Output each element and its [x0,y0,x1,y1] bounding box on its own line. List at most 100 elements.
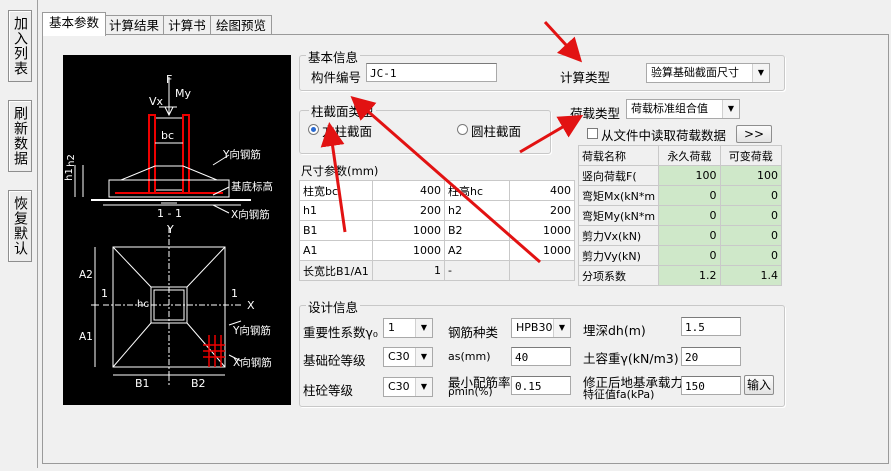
as-input[interactable]: 40 [511,347,571,366]
load-variable[interactable]: 0 [719,225,783,246]
table-row: h1 200 h2 200 [299,200,575,221]
found-concrete-label: 基础砼等级 [303,353,366,368]
importance-select[interactable]: 1 ▼ [383,318,433,338]
load-table: 荷载名称 永久荷载 可变荷载 竖向荷载F( 100 100 弯矩Mx(kN*m … [577,145,783,286]
rebar-label: 钢筋种类 [448,325,499,340]
load-variable[interactable]: 1.4 [719,265,783,286]
col-concrete-label: 柱砼等级 [303,383,354,398]
load-variable[interactable]: 100 [719,165,783,186]
drawing-label-x-rebar: X向钢筋 [231,209,270,221]
load-variable[interactable]: 0 [719,205,783,226]
drawing-label-a1: A1 [79,331,93,343]
load-header: 荷载名称 [577,145,660,166]
load-name: 竖向荷载F( [577,165,660,186]
drawing-label-section: 1 - 1 [157,207,182,220]
square-column-label: 方柱截面 [322,124,373,139]
load-permanent[interactable]: 0 [658,225,721,246]
dim-label: A2 [443,240,511,261]
load-type-select[interactable]: 荷载标准组合值 ▼ [626,99,740,119]
dim-value[interactable]: 400 [371,180,445,201]
table-row: A1 1000 A2 1000 [299,240,575,261]
calc-type-label: 计算类型 [560,70,611,85]
tab-drawing-preview[interactable]: 绘图预览 [210,15,272,35]
table-row: 荷载名称 永久荷载 可变荷载 [577,145,783,166]
bearing-input[interactable]: 150 [681,376,741,395]
read-from-file-checkbox[interactable] [587,128,598,139]
drawing-label-cut-right: 1 [231,287,238,300]
table-row: 竖向荷载F( 100 100 [577,165,783,186]
more-button[interactable]: >> [736,125,772,143]
chevron-down-icon: ▼ [722,100,739,118]
read-from-file-label: 从文件中读取荷载数据 [601,128,727,143]
drawing-label-y-rebar: Y向钢筋 [223,149,261,161]
load-permanent[interactable]: 100 [658,165,721,186]
dim-value[interactable]: 200 [371,200,445,221]
drawing-label-a2: A2 [79,269,93,281]
refresh-data-button[interactable]: 刷新数据 [8,100,32,172]
calc-type-select[interactable]: 验算基础截面尺寸 ▼ [646,63,770,83]
load-name: 剪力Vx(kN) [577,225,660,246]
chevron-down-icon: ▼ [553,319,570,337]
min-ratio-input[interactable]: 0.15 [511,376,571,395]
dim-label: h2 [443,200,511,221]
soil-weight-input[interactable]: 20 [681,347,741,366]
dim-label: 柱高hc [443,180,511,201]
round-column-radio[interactable] [457,124,468,135]
dim-value[interactable]: 400 [509,180,575,201]
tab-basic-params[interactable]: 基本参数 [42,12,106,36]
member-no-input[interactable]: JC-1 [366,63,497,82]
load-permanent[interactable]: 1.2 [658,265,721,286]
dim-value[interactable]: 1000 [509,240,575,261]
drawing-label-cut-left: 1 [101,287,108,300]
dim-value [509,260,575,281]
drawing-label-b2: B2 [191,377,206,390]
dim-label: A1 [299,240,373,261]
drawing-label-b1: B1 [135,377,150,390]
col-concrete-select[interactable]: C30 ▼ [383,377,433,397]
load-name: 弯矩Mx(kN*m [577,185,660,206]
tab-calc-report[interactable]: 计算书 [163,15,211,35]
load-permanent[interactable]: 0 [658,245,721,266]
min-ratio-label-2: ρmin(%) [448,386,493,398]
load-header: 永久荷载 [658,145,721,166]
dim-value[interactable]: 1000 [509,220,575,241]
add-to-list-button[interactable]: 加入列表 [8,10,32,82]
input-button[interactable]: 输入 [744,375,774,395]
dim-value[interactable]: 1000 [371,240,445,261]
member-no-label: 构件编号 [311,70,362,85]
load-name: 弯矩My(kN*m [577,205,660,226]
soil-weight-label: 土容重γ(kN/m3) [583,351,679,366]
dimensions-title: 尺寸参数(mm) [301,164,379,178]
chevron-down-icon: ▼ [415,348,432,366]
bearing-label-2: 特征值fa(kPa) [583,388,655,401]
load-header: 可变荷载 [719,145,783,166]
drawing-label-f: F [166,73,173,86]
as-label: as(mm) [448,350,491,363]
table-row: B1 1000 B2 1000 [299,220,575,241]
load-permanent[interactable]: 0 [658,185,721,206]
tab-calc-results[interactable]: 计算结果 [104,15,164,35]
dim-value[interactable]: 200 [509,200,575,221]
foundation-drawing: F Vx My bc Y向钢筋 基底标高 X向钢筋 h1 h2 1 - 1 Y … [63,55,291,405]
load-permanent[interactable]: 0 [658,205,721,226]
depth-label: 埋深dh(m) [583,323,646,338]
load-variable[interactable]: 0 [719,185,783,206]
dim-label: 长宽比B1/A1 [299,260,373,281]
depth-input[interactable]: 1.5 [681,317,741,336]
rebar-select[interactable]: HPB300 ▼ [511,318,571,338]
drawing-label-x-rebar-plan: X向钢筋 [233,357,272,369]
table-row: 分项系数 1.2 1.4 [577,265,783,286]
restore-default-button[interactable]: 恢复默认 [8,190,32,262]
dim-label: - [443,260,511,281]
dim-label: B2 [443,220,511,241]
found-concrete-select[interactable]: C30 ▼ [383,347,433,367]
load-type-label: 荷载类型 [570,106,621,121]
table-row: 长宽比B1/A1 1 - [299,260,575,281]
load-variable[interactable]: 0 [719,245,783,266]
dim-value[interactable]: 1000 [371,220,445,241]
load-type-value: 荷载标准组合值 [631,102,708,115]
table-row: 剪力Vy(kN) 0 0 [577,245,783,266]
importance-value: 1 [388,321,395,334]
drawing-label-y-rebar-plan: Y向钢筋 [233,325,271,337]
square-column-radio[interactable] [308,124,319,135]
